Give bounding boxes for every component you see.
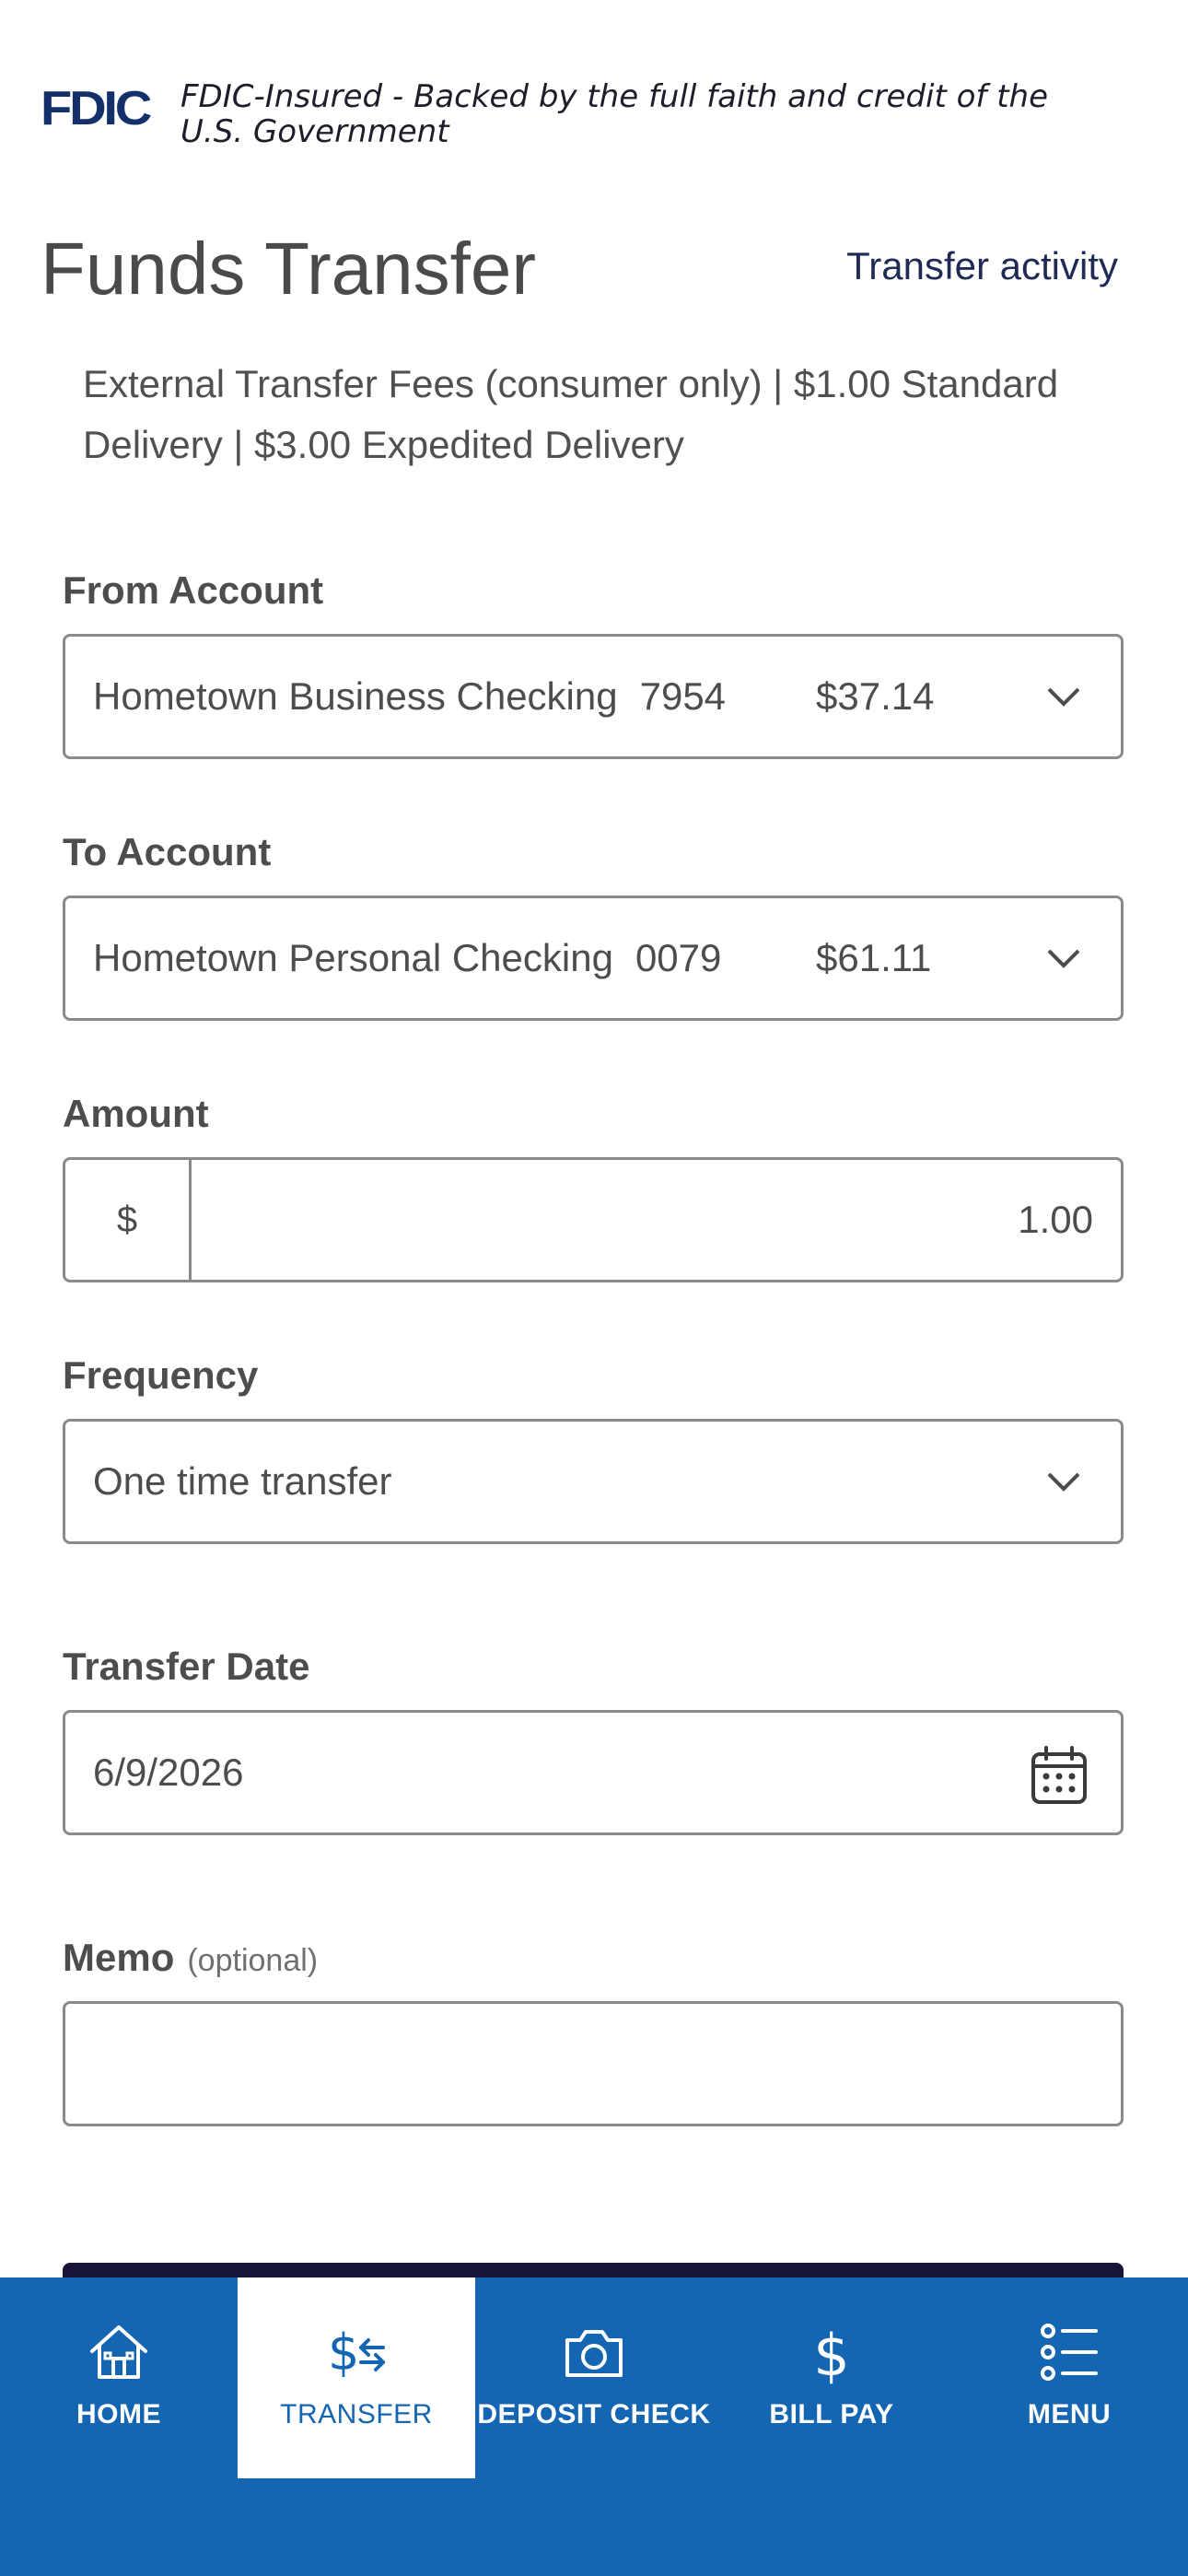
- transfer-icon: $: [328, 2324, 385, 2382]
- fdic-disclaimer-line2: U.S. Government: [181, 113, 449, 150]
- from-account-balance: $37.14: [816, 674, 935, 718]
- to-account-value: Hometown Personal Checking 0079 $61.11: [93, 898, 931, 1018]
- amount-input[interactable]: 1.00: [1018, 1160, 1093, 1280]
- nav-bill-pay[interactable]: $ BILL PAY: [713, 2277, 950, 2478]
- from-account-name: Hometown Business Checking: [93, 674, 618, 718]
- memo-optional-hint: (optional): [187, 1943, 319, 1978]
- amount-field[interactable]: $ 1.00: [63, 1157, 1124, 1282]
- to-account-select[interactable]: Hometown Personal Checking 0079 $61.11: [63, 896, 1124, 1021]
- to-account-balance: $61.11: [816, 936, 932, 979]
- chevron-down-icon: [1047, 1472, 1080, 1492]
- dollar-icon: $: [813, 2322, 849, 2384]
- fdic-disclaimer-line1: FDIC-Insured - Backed by the full faith …: [181, 78, 1049, 115]
- from-account-select[interactable]: Hometown Business Checking 7954 $37.14: [63, 634, 1124, 759]
- chevron-down-icon: [1047, 687, 1080, 707]
- page-title: Funds Transfer: [41, 228, 537, 310]
- nav-deposit-check[interactable]: DEPOSIT CHECK: [475, 2277, 713, 2478]
- transfer-date-field[interactable]: 6/9/2026: [63, 1710, 1124, 1835]
- transfer-activity-link[interactable]: Transfer activity: [846, 247, 1118, 286]
- nav-deposit-check-label: DEPOSIT CHECK: [477, 2399, 711, 2430]
- from-account-label: From Account: [63, 568, 324, 612]
- svg-text:$: $: [813, 2322, 849, 2384]
- currency-prefix: $: [65, 1160, 192, 1280]
- frequency-label: Frequency: [63, 1353, 259, 1397]
- fees-note: External Transfer Fees (consumer only) |…: [83, 362, 1059, 466]
- fdic-banner: FDIC FDIC-Insured - Backed by the full f…: [41, 79, 1146, 162]
- memo-label: Memo (optional): [63, 1938, 318, 1977]
- nav-home-label: HOME: [76, 2399, 161, 2430]
- amount-label: Amount: [63, 1092, 209, 1135]
- to-account-number: 0079: [635, 936, 722, 979]
- home-icon: [90, 2325, 147, 2379]
- from-account-value: Hometown Business Checking 7954 $37.14: [93, 637, 934, 756]
- calendar-icon[interactable]: [1031, 1746, 1088, 1805]
- chevron-down-icon: [1047, 949, 1080, 968]
- transfer-date-input[interactable]: 6/9/2026: [93, 1713, 244, 1832]
- nav-menu[interactable]: MENU: [950, 2277, 1188, 2478]
- from-account-number: 7954: [639, 674, 727, 718]
- bottom-nav: HOME $ TRANSFER DEPOSIT CHECK $ BILL PAY: [0, 2277, 1188, 2576]
- menu-list-icon: [1041, 2324, 1098, 2381]
- frequency-value: One time transfer: [93, 1459, 392, 1503]
- nav-bill-pay-label: BILL PAY: [769, 2399, 894, 2430]
- frequency-select[interactable]: One time transfer: [63, 1419, 1124, 1544]
- fdic-disclaimer: FDIC-Insured - Backed by the full faith …: [181, 79, 1101, 149]
- transfer-date-label: Transfer Date: [63, 1645, 310, 1688]
- nav-transfer-label: TRANSFER: [280, 2399, 433, 2430]
- nav-home[interactable]: HOME: [0, 2277, 238, 2478]
- camera-icon: [565, 2330, 623, 2377]
- to-account-name: Hometown Personal Checking: [93, 936, 613, 979]
- svg-text:$: $: [328, 2324, 359, 2382]
- nav-menu-label: MENU: [1027, 2399, 1112, 2430]
- to-account-label: To Account: [63, 830, 272, 873]
- memo-label-text: Memo: [63, 1936, 175, 1979]
- nav-transfer[interactable]: $ TRANSFER: [238, 2277, 475, 2478]
- memo-input[interactable]: [63, 2001, 1124, 2126]
- fdic-logo: FDIC: [41, 82, 152, 135]
